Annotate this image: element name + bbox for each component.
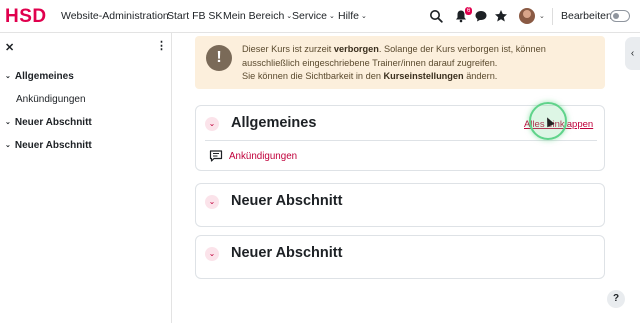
nav-label: Start FB SK xyxy=(167,10,223,22)
search-icon[interactable] xyxy=(429,9,443,23)
alert-text-bold: verborgen xyxy=(333,44,379,54)
hidden-course-alert: ! Dieser Kurs ist zurzeit verborgen. Sol… xyxy=(195,36,605,89)
section-title[interactable]: Neuer Abschnitt xyxy=(231,245,342,261)
alert-text: Dieser Kurs ist zurzeit xyxy=(242,44,334,54)
warning-icon: ! xyxy=(206,45,232,71)
site-logo[interactable]: HSD xyxy=(5,6,47,28)
nav-website-administration[interactable]: Website-Administration xyxy=(61,10,169,22)
chevron-down-icon[interactable]: ⌄ xyxy=(5,72,11,80)
alert-text: Sie können die Sichtbarkeit in den xyxy=(242,71,384,81)
nav-label: Mein Bereich xyxy=(223,10,285,22)
nav-label: Service xyxy=(292,10,328,22)
activity-item[interactable]: Ankündigungen xyxy=(209,148,297,164)
notification-count-badge: 6 xyxy=(465,7,473,15)
alert-message: Dieser Kurs ist zurzeit verborgen. Solan… xyxy=(242,43,597,84)
chevron-down-icon[interactable]: ⌄ xyxy=(205,195,219,209)
alert-text: ändern. xyxy=(463,71,498,81)
chevron-down-icon: ⌄ xyxy=(361,13,367,20)
star-icon[interactable] xyxy=(494,9,508,23)
forum-icon xyxy=(209,150,223,162)
chevron-down-icon[interactable]: ⌄ xyxy=(539,12,545,20)
chevron-down-icon[interactable]: ⌄ xyxy=(5,141,11,149)
drawer-section-label: Neuer Abschnitt xyxy=(14,117,92,128)
course-section-card: ⌄ Neuer Abschnitt xyxy=(195,235,605,279)
section-title[interactable]: Neuer Abschnitt xyxy=(231,193,342,209)
chevron-down-icon[interactable]: ⌄ xyxy=(205,117,219,131)
nav-service[interactable]: Service ⌄ xyxy=(292,10,335,22)
drawer-section-label: Allgemeines xyxy=(14,71,74,82)
open-block-drawer-button[interactable]: ‹ xyxy=(625,37,640,70)
chevron-down-icon: ⌄ xyxy=(329,13,335,20)
nav-hilfe[interactable]: Hilfe ⌄ xyxy=(338,10,367,22)
nav-start-fb-sk[interactable]: Start FB SK xyxy=(167,10,222,22)
alert-text: ausschließlich eingeschriebene Trainer/i… xyxy=(242,57,498,68)
nav-label: Website-Administration xyxy=(61,10,169,22)
edit-mode-label: Bearbeiten xyxy=(561,10,612,22)
nav-label: Hilfe xyxy=(338,10,360,22)
chevron-down-icon[interactable]: ⌄ xyxy=(205,247,219,261)
alert-text: . Solange der Kurs verborgen ist, können xyxy=(378,44,546,54)
section-title[interactable]: Allgemeines xyxy=(231,115,316,131)
top-navbar: HSD Website-Administration Start FB SK M… xyxy=(0,0,640,33)
course-settings-link[interactable]: Kurseinstellungen xyxy=(383,71,463,81)
navbar-divider xyxy=(552,8,553,25)
more-options-icon[interactable]: ⋮ xyxy=(156,39,167,52)
edit-mode-toggle[interactable] xyxy=(610,10,630,22)
help-button[interactable]: ? xyxy=(607,290,625,308)
close-icon[interactable]: ✕ xyxy=(5,41,14,54)
course-content: ! Dieser Kurs ist zurzeit verborgen. Sol… xyxy=(173,33,640,323)
user-avatar[interactable] xyxy=(519,8,535,24)
nav-mein-bereich[interactable]: Mein Bereich ⌄ xyxy=(223,10,292,22)
chevron-down-icon[interactable]: ⌄ xyxy=(5,118,11,126)
activity-link[interactable]: Ankündigungen xyxy=(229,151,297,162)
drawer-item-label: Ankündigungen xyxy=(16,94,86,105)
drawer-section-neuer-abschnitt[interactable]: ⌄ Neuer Abschnitt xyxy=(5,140,92,151)
drawer-item-ankuendigungen[interactable]: Ankündigungen xyxy=(16,94,86,105)
drawer-section-neuer-abschnitt[interactable]: ⌄ Neuer Abschnitt xyxy=(5,117,92,128)
drawer-section-allgemeines[interactable]: ⌄ Allgemeines xyxy=(5,71,74,82)
section-divider xyxy=(205,140,597,141)
chat-icon[interactable] xyxy=(474,9,488,23)
course-section-card: ⌄ Neuer Abschnitt xyxy=(195,183,605,227)
drawer-section-label: Neuer Abschnitt xyxy=(14,140,92,151)
course-index-drawer: ✕ ⋮ ⌄ Allgemeines Ankündigungen ⌄ Neuer Ab… xyxy=(0,33,172,323)
